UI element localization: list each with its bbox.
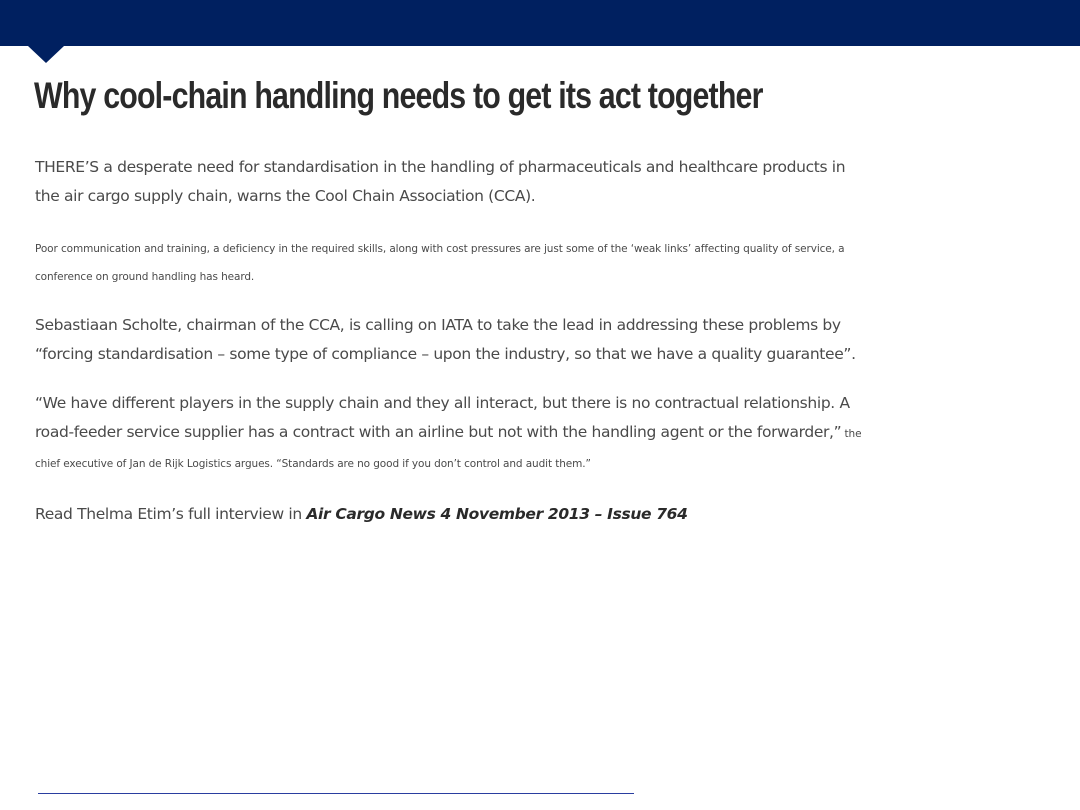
footer-divider — [38, 793, 634, 794]
header-bar — [0, 0, 1080, 46]
quote-text: “We have different players in the supply… — [35, 394, 850, 441]
article-title: Why cool-chain handling needs to get its… — [34, 75, 763, 116]
article-paragraph-quote: “We have different players in the supply… — [35, 389, 865, 479]
header-notch — [28, 46, 64, 63]
article-body: THERE’S a desperate need for standardisa… — [35, 153, 865, 528]
article-paragraph-summary: Poor communication and training, a defic… — [35, 243, 845, 283]
article-paragraph-intro: THERE’S a desperate need for standardisa… — [35, 158, 846, 205]
article-paragraph-source: Read Thelma Etim’s full interview in Air… — [35, 500, 865, 529]
source-lead: Read Thelma Etim’s full interview in — [35, 504, 307, 523]
source-publication: Air Cargo News 4 November 2013 – Issue 7… — [306, 504, 688, 523]
article-paragraph-scholte: Sebastiaan Scholte, chairman of the CCA,… — [35, 316, 856, 363]
